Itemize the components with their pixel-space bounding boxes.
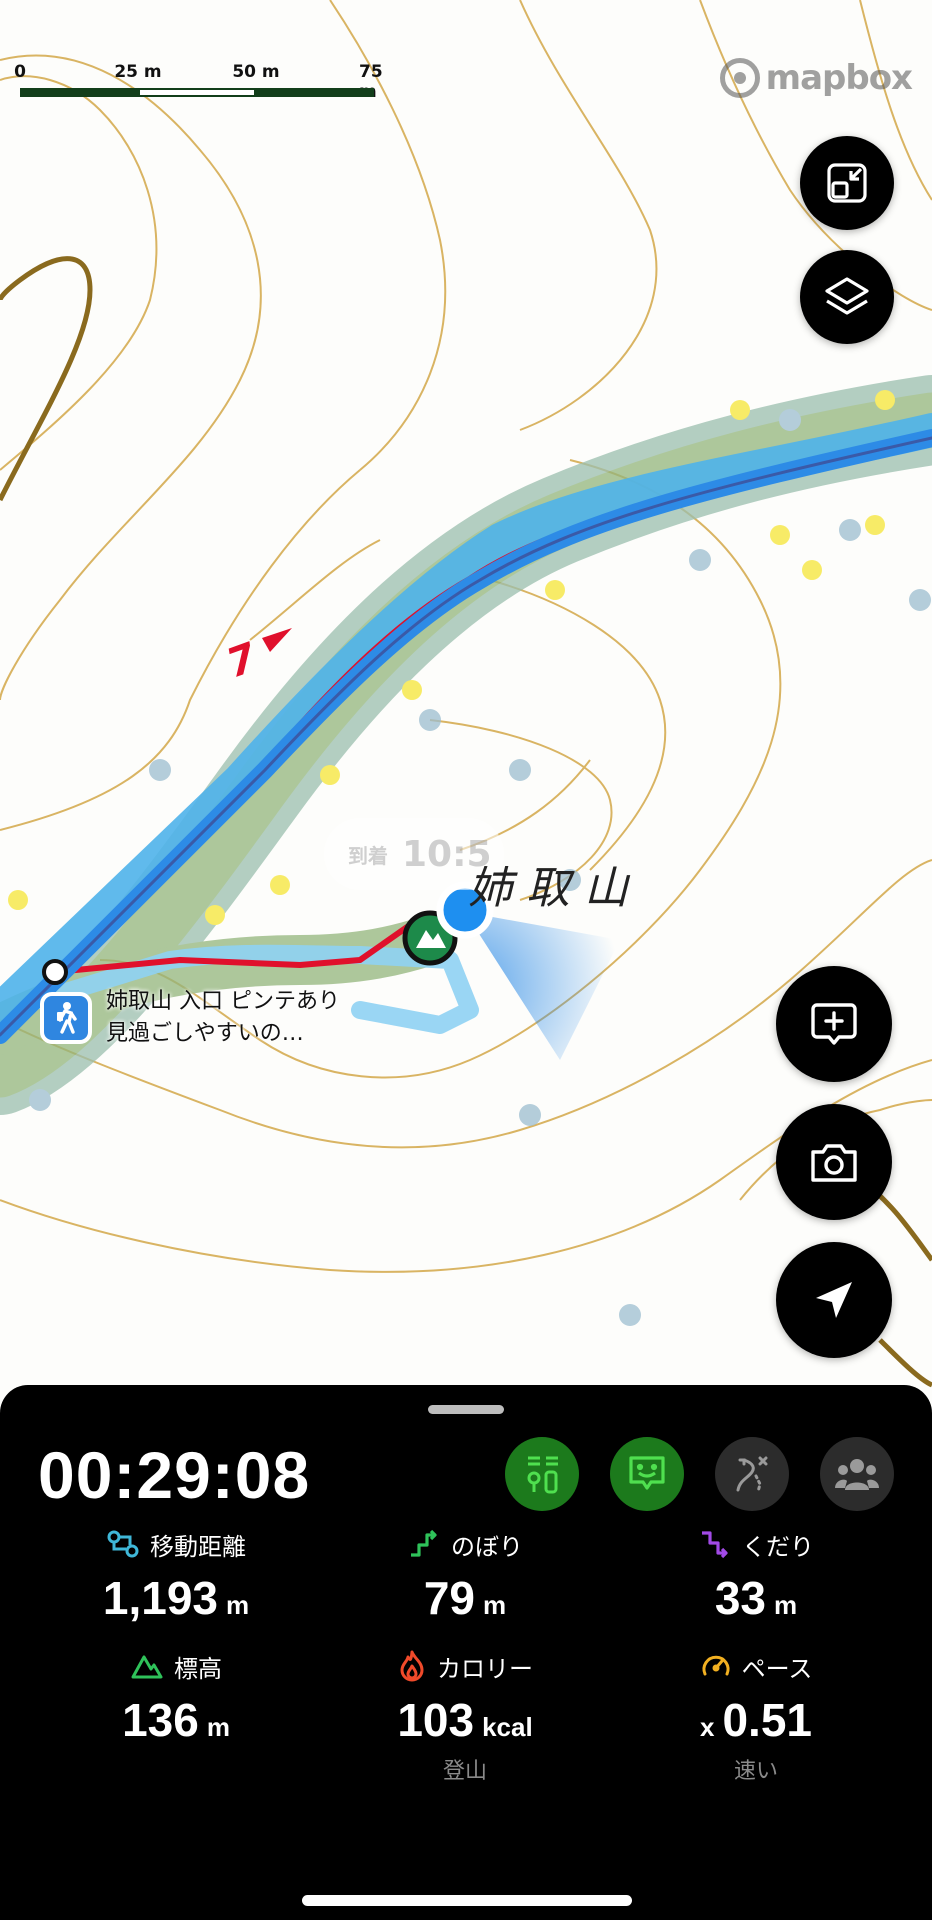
peak-name-label: 姉取山	[468, 863, 642, 914]
descent-unit: m	[774, 1590, 798, 1620]
layers-button[interactable]	[800, 250, 894, 344]
mapbox-logo: mapbox	[719, 58, 913, 98]
off-route-button[interactable]	[715, 1437, 789, 1511]
pace-prefix: x	[700, 1712, 715, 1742]
elapsed-timer: 00:29:08	[38, 1438, 311, 1512]
calories-unit: kcal	[482, 1712, 533, 1742]
contour-lines	[0, 0, 932, 1273]
camera-icon	[811, 1144, 857, 1182]
distance-icon	[107, 1530, 139, 1558]
elevation-label: 標高	[174, 1654, 222, 1683]
scale-segment	[20, 88, 138, 97]
ascent-unit: m	[483, 1590, 507, 1620]
scale-bar: 0 25 m 50 m 75 m	[14, 62, 404, 102]
waypoint-note[interactable]: 姉取山 入口 ピンテあり 見過ごしやすいの…	[106, 986, 340, 1050]
scale-tick-50: 50 m	[232, 62, 280, 82]
waypoint-note-line2: 見過ごしやすいの…	[106, 1021, 304, 1046]
route-compare-icon	[527, 1456, 558, 1494]
heading-cone	[465, 912, 620, 1060]
stat-descent: くだり 33 m	[636, 1527, 876, 1625]
route-compare-button[interactable]	[505, 1437, 579, 1511]
hiker-icon	[57, 1002, 77, 1034]
ascent-value: 79	[423, 1572, 476, 1624]
calories-label: カロリー	[437, 1654, 533, 1683]
elevation-value: 136	[122, 1694, 199, 1746]
distance-label: 移動距離	[150, 1532, 246, 1561]
add-comment-icon	[811, 1003, 857, 1045]
smile-chat-button[interactable]	[610, 1437, 684, 1511]
index-contour	[0, 256, 93, 502]
calories-value: 103	[397, 1694, 475, 1746]
start-point	[42, 959, 68, 985]
distance-value: 1,193	[102, 1572, 218, 1624]
index-contour-3	[878, 1338, 932, 1388]
smile-chat-icon	[629, 1456, 665, 1490]
scale-tick-0: 0	[14, 62, 26, 82]
stat-elevation: 標高 136 m	[56, 1649, 296, 1747]
ascent-icon	[411, 1529, 437, 1557]
locate-button[interactable]	[776, 1242, 892, 1358]
stat-pace: ペース x 0.51 速い	[636, 1649, 876, 1785]
activity-panel: 00:29:08 移動距離 1,193 m のぼり 79 m くだり 33 m …	[0, 1385, 932, 1920]
off-route-icon	[736, 1456, 768, 1494]
scale-tick-25: 25 m	[114, 62, 162, 82]
collapse-icon	[827, 163, 867, 203]
arrival-label: 到着	[348, 843, 388, 868]
descent-label: くだり	[742, 1532, 814, 1561]
home-indicator[interactable]	[302, 1895, 632, 1906]
layers-icon	[825, 277, 869, 315]
speedometer-icon	[702, 1655, 730, 1676]
scale-segment	[138, 88, 256, 97]
camera-button[interactable]	[776, 1104, 892, 1220]
flame-icon	[400, 1650, 424, 1682]
map-view[interactable]: 7 0 25 m 50 m 75 m mapbox 到着 10:5 姉取山 姉取…	[0, 0, 932, 1400]
mountain-icon	[131, 1655, 163, 1679]
descent-icon	[702, 1531, 728, 1559]
group-button[interactable]	[820, 1437, 894, 1511]
pace-label: ペース	[741, 1654, 813, 1683]
distance-unit: m	[226, 1590, 250, 1620]
add-post-button[interactable]	[776, 966, 892, 1082]
pace-rating: 速い	[733, 1759, 778, 1784]
waypoint-note-line1: 姉取山 入口 ピンテあり	[106, 989, 340, 1014]
stat-ascent: のぼり 79 m	[345, 1527, 585, 1625]
collapse-button[interactable]	[800, 136, 894, 230]
pace-value: 0.51	[722, 1694, 812, 1746]
calories-activity-type: 登山	[442, 1759, 487, 1784]
drag-handle[interactable]	[428, 1405, 504, 1414]
descent-value: 33	[714, 1572, 767, 1624]
stat-distance: 移動距離 1,193 m	[56, 1527, 296, 1625]
hiker-waypoint-icon[interactable]	[40, 992, 92, 1044]
ascent-label: のぼり	[451, 1532, 523, 1561]
direction-marker	[262, 628, 292, 652]
stat-calories: カロリー 103 kcal 登山	[345, 1649, 585, 1785]
elevation-unit: m	[206, 1712, 230, 1742]
group-icon	[835, 1459, 879, 1490]
mapbox-mark-icon	[719, 58, 760, 98]
mapbox-wordmark: mapbox	[765, 58, 913, 98]
navigation-arrow-icon	[816, 1282, 852, 1318]
scale-segment	[256, 88, 374, 97]
